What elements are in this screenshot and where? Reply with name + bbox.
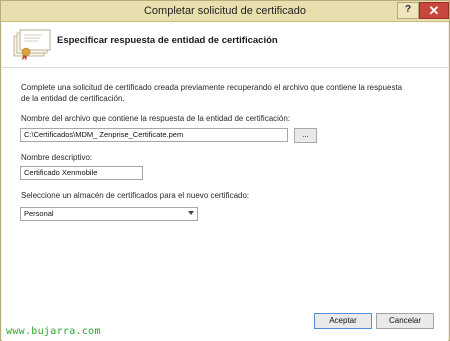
close-button[interactable]: ✕ xyxy=(419,2,449,19)
friendly-name-label: Nombre descriptivo: xyxy=(21,153,93,162)
dialog-window: Completar solicitud de certificado ? ✕ E… xyxy=(0,0,450,341)
chevron-down-icon[interactable] xyxy=(188,211,194,215)
certificate-icon xyxy=(13,29,51,61)
intro-text-line1: Complete una solicitud de certificado cr… xyxy=(21,83,403,92)
window-title: Completar solicitud de certificado xyxy=(143,5,307,17)
header-title: Especificar respuesta de entidad de cert… xyxy=(57,35,278,46)
accept-button[interactable]: Aceptar xyxy=(314,313,372,329)
store-label: Seleccione un almacén de certificados pa… xyxy=(21,191,250,200)
wizard-header: Especificar respuesta de entidad de cert… xyxy=(2,22,448,68)
store-select-value: Personal xyxy=(24,209,54,218)
cancel-button[interactable]: Cancelar xyxy=(376,313,434,329)
title-bar[interactable]: Completar solicitud de certificado ? ✕ xyxy=(1,1,449,22)
file-path-input[interactable]: C:\Certificados\MDM_ Zenprise_Certificat… xyxy=(20,128,288,142)
help-button[interactable]: ? xyxy=(397,2,419,19)
wizard-body: Complete una solicitud de certificado cr… xyxy=(2,68,448,341)
file-label: Nombre del archivo que contiene la respu… xyxy=(21,114,291,123)
watermark-text: www.bujarra.com xyxy=(6,326,101,337)
browse-button[interactable]: ... xyxy=(294,128,317,143)
intro-text-line2: de la entidad de certificación. xyxy=(21,94,125,103)
store-select[interactable]: Personal xyxy=(20,207,198,221)
friendly-name-input[interactable]: Certificado Xenmobile xyxy=(20,166,143,180)
